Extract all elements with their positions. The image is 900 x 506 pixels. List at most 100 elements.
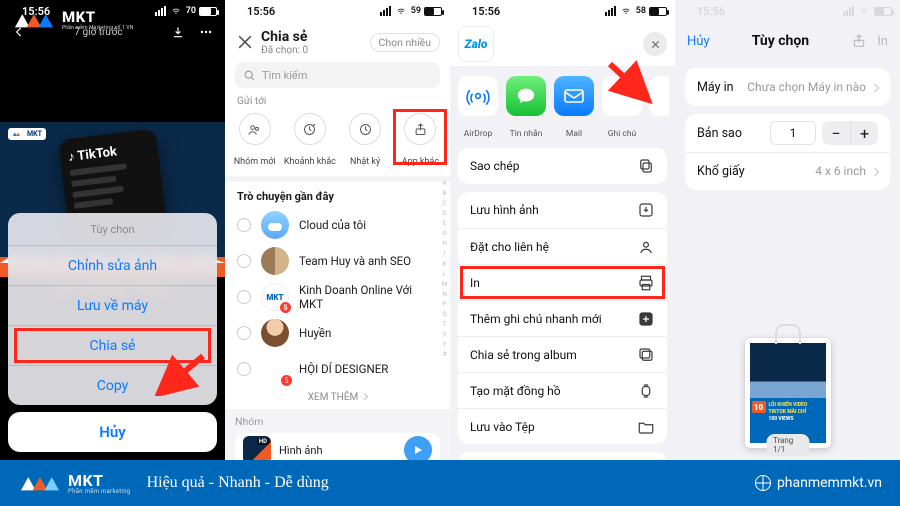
binder-handle-icon	[775, 324, 801, 344]
multi-select-button[interactable]: Chọn nhiều	[370, 33, 441, 52]
action-copy[interactable]: Sao chép	[458, 148, 667, 184]
battery-icon	[649, 7, 667, 16]
action-sheet: Tùy chọn Chỉnh sửa ảnh Lưu về máy Chia s…	[8, 213, 217, 452]
action-print[interactable]: In	[458, 264, 667, 300]
more-icon[interactable]	[199, 25, 213, 39]
action-share-album[interactable]: Chia sẻ trong album	[458, 336, 667, 372]
cancel-button[interactable]: Hủy	[8, 412, 217, 452]
app-notes[interactable]: Ghi chú	[600, 76, 644, 140]
sheet-subtitle: Đã chọn: 0	[261, 45, 364, 56]
action-quick-note[interactable]: Thêm ghi chú nhanh mới	[458, 300, 667, 336]
viewer-toolbar: 7 giờ trước	[0, 22, 225, 42]
recent-chats-title: Trò chuyện gần đây	[225, 182, 450, 207]
highlight-box	[393, 109, 447, 165]
status-time: 15:56	[697, 5, 725, 18]
status-bar: 15:56 70	[0, 0, 225, 22]
action-assign-contact[interactable]: Đặt cho liên hệ	[458, 228, 667, 264]
search-input[interactable]: Tìm kiếm	[235, 62, 440, 88]
paper-value: 4 x 6 inch	[815, 164, 866, 178]
time-ago-label: 7 giờ trước	[74, 27, 122, 38]
wifi-icon	[858, 7, 870, 16]
alpha-index[interactable]: A B C D E G H I K L M N P Q T V Y #	[442, 178, 448, 359]
battery-icon	[424, 7, 442, 16]
recent-chats-list: Cloud của tôi Team Huy và anh SEO MKTKin…	[225, 207, 450, 387]
action-watchface[interactable]: Tạo mặt đồng hồ	[458, 372, 667, 408]
app-airdrop[interactable]: AirDrop	[456, 76, 500, 140]
group-section-label: Nhóm	[235, 415, 440, 428]
printer-icon	[637, 274, 655, 292]
stepper-minus[interactable]: −	[822, 121, 850, 145]
close-button[interactable]	[643, 32, 667, 56]
print-preview: 10 LỖI KHIẾN VIDEO TIKTOK MÃI CHỈ 100 VI…	[675, 338, 900, 448]
watch-icon	[637, 382, 655, 400]
chat-item[interactable]: HỘI DÍ DESIGNER	[225, 351, 450, 387]
chat-item[interactable]: Team Huy và anh SEO	[225, 243, 450, 279]
copies-row: Bản sao 1 −+	[685, 114, 890, 152]
chat-item[interactable]: Cloud của tôi	[225, 207, 450, 243]
preview-thumbnail[interactable]: 10 LỖI KHIẾN VIDEO TIKTOK MÃI CHỈ 100 VI…	[745, 338, 831, 448]
option-save[interactable]: Lưu về máy	[8, 285, 217, 325]
paper-row[interactable]: Khổ giấy 4 x 6 inch	[685, 152, 890, 190]
screenshot-step-1: 15:56 70 7 giờ trước MKT ♪ TikTok LỖI KH…	[0, 0, 225, 460]
option-share[interactable]: Chia sẻ	[8, 325, 217, 365]
app-messages[interactable]: Tin nhắn	[504, 76, 548, 140]
download-icon	[637, 201, 655, 219]
search-placeholder: Tìm kiếm	[262, 69, 307, 82]
share-targets-row: Nhóm mới Khoảnh khắc Nhật ký App khác	[225, 113, 450, 170]
avatar-icon	[261, 319, 289, 347]
action-save-image[interactable]: Lưu hình ảnh	[458, 192, 667, 228]
screenshot-step-2: 15:56 59 Chia sẻ Đã chọn: 0 Chọn nhiều T…	[225, 0, 450, 460]
target-moment[interactable]: Khoảnh khắc	[282, 113, 337, 168]
chevron-right-icon	[871, 168, 879, 176]
target-new-group[interactable]: Nhóm mới	[227, 113, 282, 168]
signal-icon	[843, 6, 854, 16]
chat-item[interactable]: MKTKinh Doanh Online Với MKT	[225, 279, 450, 315]
status-bar: 15:56	[675, 0, 900, 22]
battery-icon	[199, 7, 217, 16]
back-icon[interactable]	[12, 25, 26, 39]
stepper-plus[interactable]: +	[850, 121, 878, 145]
avatar-icon: MKT	[261, 283, 289, 311]
close-icon[interactable]	[235, 32, 255, 52]
cancel-button[interactable]: Hủy	[687, 34, 710, 49]
action-save-files[interactable]: Lưu vào Tệp	[458, 408, 667, 444]
signal-icon	[380, 6, 391, 16]
print-button[interactable]: In	[877, 34, 888, 49]
sheet-title: Chia sẻ	[261, 29, 364, 45]
printer-row[interactable]: Máy in Chưa chọn Máy in nào	[685, 68, 890, 106]
option-edit[interactable]: Chỉnh sửa ảnh	[8, 245, 217, 285]
thumb-number: 10	[752, 401, 766, 413]
paper-label: Khổ giấy	[697, 164, 745, 179]
quicknote-icon	[637, 310, 655, 328]
see-more-button[interactable]: XEM THÊM	[225, 387, 450, 409]
source-app-icon: Zalo	[458, 26, 494, 62]
share-sheet-header: Zalo	[450, 22, 675, 66]
printer-value: Chưa chọn Máy in nào	[747, 80, 866, 94]
status-time: 15:56	[247, 5, 275, 18]
share-sheet-header: Chia sẻ Đã chọn: 0 Chọn nhiều	[225, 22, 450, 62]
app-more[interactable]	[648, 76, 670, 140]
contact-icon	[637, 238, 655, 256]
print-options-header: Hủy Tùy chọn In	[675, 22, 900, 60]
copy-icon	[637, 157, 655, 175]
search-icon	[243, 69, 256, 82]
download-icon[interactable]	[171, 25, 185, 39]
signal-icon	[155, 6, 166, 16]
chevron-right-icon	[871, 83, 879, 91]
screenshot-step-3: 15:56 58 Zalo AirDrop Tin nhắn Mail Ghi …	[450, 0, 675, 460]
copies-value[interactable]: 1	[770, 121, 816, 145]
album-icon	[637, 346, 655, 364]
screenshot-step-4: 15:56 Hủy Tùy chọn In Máy in Chưa chọn M…	[675, 0, 900, 460]
avatar-icon	[261, 355, 289, 383]
copies-stepper: 1 −+	[770, 121, 878, 145]
chat-item[interactable]: Huyền	[225, 315, 450, 351]
status-bar: 15:56 59	[225, 0, 450, 22]
target-diary[interactable]: Nhật ký	[338, 113, 393, 168]
footer-site: phanmemmkt.vn	[755, 475, 882, 491]
option-copy[interactable]: Copy	[8, 365, 217, 405]
share-apps-row: AirDrop Tin nhắn Mail Ghi chú	[450, 66, 675, 148]
wifi-icon	[620, 7, 632, 16]
share-icon[interactable]	[851, 33, 867, 49]
wifi-icon	[395, 7, 407, 16]
app-mail[interactable]: Mail	[552, 76, 596, 140]
